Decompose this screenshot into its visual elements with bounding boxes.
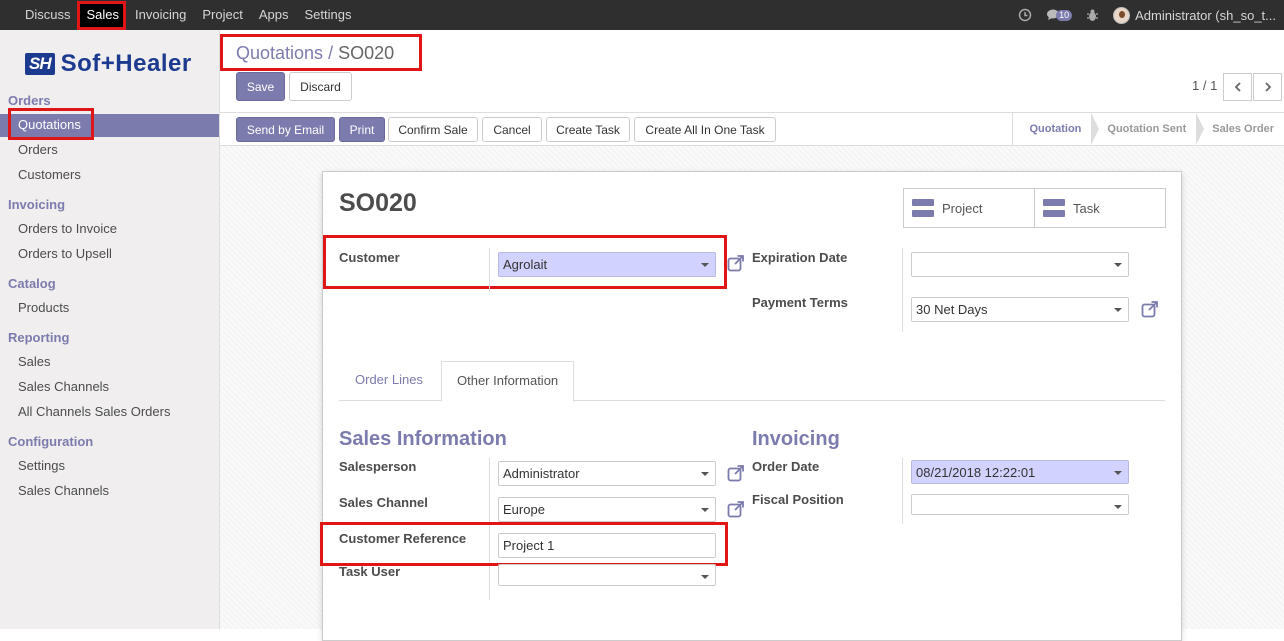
debug-bug-icon[interactable] <box>1086 9 1099 22</box>
sidebar-section-catalog: Catalog <box>8 276 56 291</box>
messages-icon[interactable]: 10 <box>1046 9 1073 21</box>
expiration-date-label: Expiration Date <box>752 250 848 265</box>
invoicing-heading: Invoicing <box>752 428 840 450</box>
payment-terms-select[interactable]: 30 Net Days <box>911 297 1129 322</box>
top-navbar: Discuss Sales Invoicing Project Apps Set… <box>0 0 1284 30</box>
save-button[interactable]: Save <box>236 72 285 101</box>
breadcrumb-current: SO020 <box>338 43 395 63</box>
sidebar-item-quotations[interactable]: Quotations <box>18 117 81 132</box>
fiscal-position-label: Fiscal Position <box>752 492 844 507</box>
project-smart-button[interactable]: Project <box>903 188 1035 228</box>
chevron-right-icon <box>1264 82 1271 92</box>
server-icon <box>1043 199 1065 217</box>
pager-value: 1 / 1 <box>1192 78 1218 93</box>
pager-previous-button[interactable] <box>1223 73 1252 101</box>
salesperson-label: Salesperson <box>339 459 417 474</box>
payment-terms-label: Payment Terms <box>752 295 848 310</box>
sidebar-item-all-channels-sales-orders[interactable]: All Channels Sales Orders <box>18 404 170 419</box>
stage-pipeline: Quotation Quotation Sent Sales Order <box>1012 113 1284 145</box>
sidebar-item-products[interactable]: Products <box>18 300 69 315</box>
cancel-button[interactable]: Cancel <box>482 117 542 142</box>
sidebar-item-sales-channels[interactable]: Sales Channels <box>18 379 109 394</box>
sidebar-section-invoicing: Invoicing <box>8 197 66 212</box>
sidebar-item-orders[interactable]: Orders <box>18 142 58 157</box>
print-button[interactable]: Print <box>339 117 385 142</box>
salesperson-select[interactable]: Administrator <box>498 461 716 486</box>
sales-information-heading: Sales Information <box>339 428 507 450</box>
field-divider <box>902 458 903 524</box>
sidebar-section-orders: Orders <box>8 93 51 108</box>
pager-next-button[interactable] <box>1253 73 1282 101</box>
stage-quotation-sent[interactable]: Quotation Sent <box>1091 113 1205 145</box>
send-by-email-button[interactable]: Send by Email <box>236 117 335 142</box>
stage-sales-order[interactable]: Sales Order <box>1196 113 1284 145</box>
tab-other-information[interactable]: Other Information <box>441 361 575 402</box>
field-divider <box>902 248 903 332</box>
breadcrumb-separator: / <box>328 43 334 63</box>
avatar <box>1113 6 1131 24</box>
sidebar-item-customers[interactable]: Customers <box>18 167 81 182</box>
clock-icon[interactable] <box>1018 8 1032 22</box>
task-smart-button-label: Task <box>1073 200 1100 216</box>
sales-channel-select[interactable]: Europe <box>498 497 716 522</box>
confirm-sale-button[interactable]: Confirm Sale <box>388 117 478 142</box>
fiscal-position-select[interactable] <box>911 494 1129 515</box>
tab-order-lines[interactable]: Order Lines <box>340 361 438 401</box>
user-name: Administrator (sh_so_t... <box>1135 7 1276 23</box>
sidebar-section-reporting: Reporting <box>8 330 70 345</box>
topnav-discuss[interactable]: Discuss <box>0 0 79 30</box>
sidebar-section-configuration: Configuration <box>8 434 94 449</box>
breadcrumb: Quotations / SO020 <box>236 43 394 64</box>
field-divider <box>489 248 490 292</box>
record-title: SO020 <box>339 189 417 217</box>
sidebar-item-orders-to-invoice[interactable]: Orders to Invoice <box>18 221 117 236</box>
topnav-apps[interactable]: Apps <box>251 0 297 30</box>
logo-text: Sof+Healer <box>60 50 192 77</box>
expiration-date-input[interactable] <box>911 252 1129 277</box>
sidebar-item-config-sales-channels[interactable]: Sales Channels <box>18 483 109 498</box>
customer-label: Customer <box>339 250 400 265</box>
topnav-project[interactable]: Project <box>194 0 250 30</box>
breadcrumb-quotations-link[interactable]: Quotations <box>236 43 323 63</box>
order-date-input[interactable]: 08/21/2018 12:22:01 <box>911 460 1129 484</box>
external-link-icon[interactable] <box>1141 300 1159 318</box>
customer-reference-label: Customer Reference <box>339 531 467 546</box>
external-link-icon[interactable] <box>727 500 745 518</box>
server-icon <box>912 199 934 217</box>
sidebar-item-settings[interactable]: Settings <box>18 458 65 473</box>
sidebar: SH Sof+Healer Orders Quotations Orders C… <box>0 30 220 629</box>
softhealer-logo: SH Sof+Healer <box>25 50 192 78</box>
task-user-label: Task User <box>339 564 401 579</box>
external-link-icon[interactable] <box>727 254 745 272</box>
customer-reference-input[interactable]: Project 1 <box>498 533 716 558</box>
project-smart-button-label: Project <box>942 200 983 216</box>
chevron-left-icon <box>1234 82 1241 92</box>
create-all-in-one-task-button[interactable]: Create All In One Task <box>634 117 776 142</box>
logo-mark: SH <box>25 53 55 75</box>
external-link-icon[interactable] <box>727 464 745 482</box>
task-smart-button[interactable]: Task <box>1034 188 1166 228</box>
sales-channel-label: Sales Channel <box>339 495 428 510</box>
topnav-invoicing[interactable]: Invoicing <box>127 0 194 30</box>
topnav-sales[interactable]: Sales <box>79 0 128 30</box>
message-count-badge: 10 <box>1056 9 1073 21</box>
sidebar-item-orders-to-upsell[interactable]: Orders to Upsell <box>18 246 112 261</box>
sidebar-item-sales[interactable]: Sales <box>18 354 51 369</box>
discard-button[interactable]: Discard <box>289 72 352 101</box>
topnav-settings[interactable]: Settings <box>296 0 359 30</box>
order-date-label: Order Date <box>752 459 820 474</box>
stage-quotation[interactable]: Quotation <box>1013 113 1100 145</box>
user-menu[interactable]: Administrator (sh_so_t... <box>1113 6 1284 24</box>
customer-select[interactable]: Agrolait <box>498 252 716 277</box>
create-task-button[interactable]: Create Task <box>546 117 630 142</box>
notebook-tabs: Order Lines Other Information <box>339 361 1165 402</box>
task-user-select[interactable] <box>498 564 716 586</box>
